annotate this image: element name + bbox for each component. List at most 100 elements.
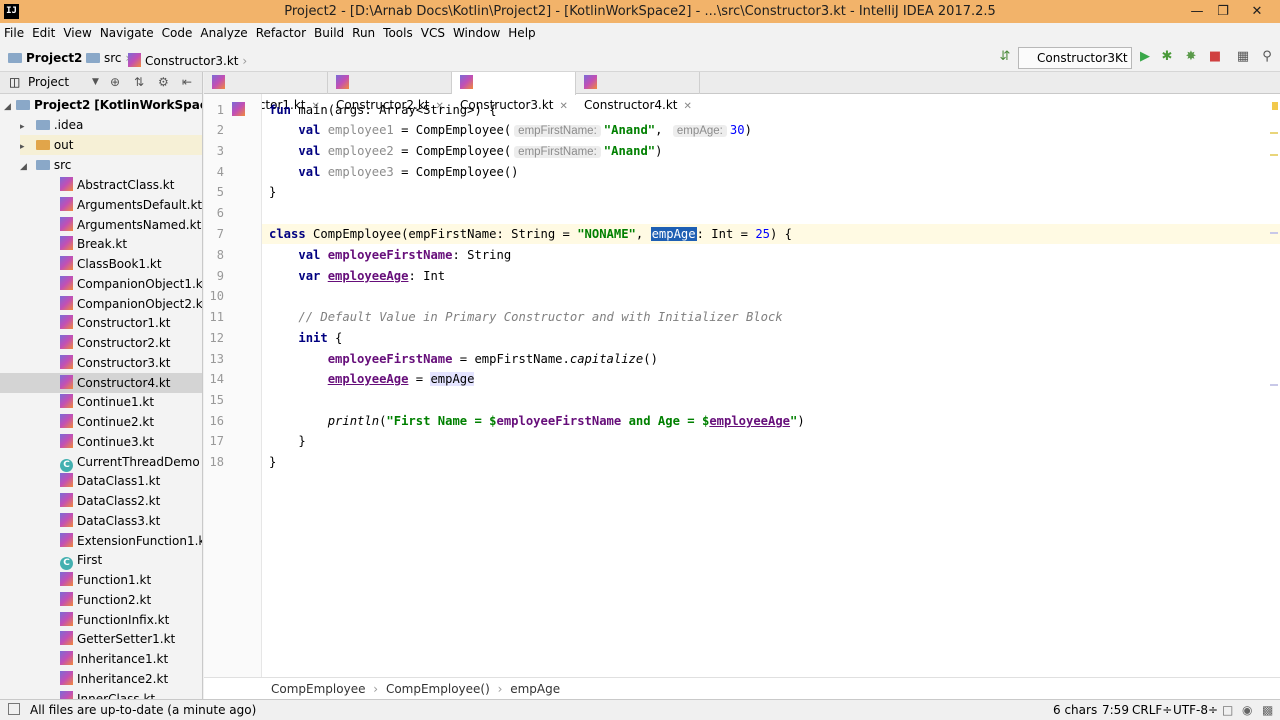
tree-root-project2[interactable]: ◢Project2 [KotlinWorkSpace2] D: [4,95,202,115]
tab-constructor2[interactable]: Constructor2.kt ✕ [328,72,452,112]
tree-file-item[interactable]: Continue2.kt [0,412,202,432]
build-icon[interactable]: ⇵ [998,50,1012,64]
lock-icon[interactable]: □ [1222,700,1233,720]
project-structure-icon[interactable]: ▦ [1236,50,1250,64]
breadcrumb-constructor[interactable]: CompEmployee() [386,682,490,696]
tree-file-item[interactable]: Constructor4.kt [0,372,202,393]
menu-vcs[interactable]: VCS [417,23,449,40]
event-log-icon[interactable]: ▩ [1262,700,1273,720]
code-line-7: class CompEmployee(empFirstName: String … [262,224,1280,244]
coverage-icon[interactable]: ✸ [1184,50,1198,64]
folder-icon [35,120,50,130]
tree-file-item[interactable]: Inheritance1.kt [0,649,202,669]
line-separator[interactable]: CRLF÷ [1132,700,1172,720]
menu-build[interactable]: Build [310,23,348,40]
breadcrumb-param[interactable]: empAge [510,682,560,696]
menu-refactor[interactable]: Refactor [252,23,310,40]
run-icon[interactable]: ▶ [1138,50,1152,64]
menu-navigate[interactable]: Navigate [96,23,158,40]
project-panel: ◫ Project ▼ ⊕ ⇅ ⚙ ⇤ ◢ Project2 [KotlinWor… [0,72,203,699]
menu-tools[interactable]: Tools [379,23,417,40]
inspector-icon[interactable]: ◉ [1242,700,1252,720]
menu-analyze[interactable]: Analyze [196,23,251,40]
tree-file-item[interactable]: InnerClass.kt [0,689,202,699]
menu-code[interactable]: Code [158,23,197,40]
tree-file-item[interactable]: FunctionInfix.kt [0,610,202,630]
tree-file-item[interactable]: Continue1.kt [0,392,202,412]
close-button[interactable]: ✕ [1240,0,1274,23]
maximize-button[interactable]: ❐ [1206,0,1240,23]
run-gutter-icon[interactable] [232,102,245,116]
run-configuration-select[interactable]: Constructor3Kt ▼ [1018,47,1132,85]
tree-folder-out[interactable]: ▸ out [20,135,202,155]
tree-file-item[interactable]: Break.kt [0,234,202,254]
code-line-1: fun main(args: Array<String>) { [269,103,497,117]
tree-file-item[interactable]: Constructor1.kt [0,313,202,333]
tree-file-item[interactable]: CompanionObject2.kt [0,294,202,314]
tree-file-label: Function1.kt [77,573,152,587]
menu-view[interactable]: View [59,23,95,40]
navigation-bar: Project2 › src › Constructor3.kt › ⇵ Con… [0,44,1280,85]
tree-file-item[interactable]: ClassBook1.kt [0,254,202,274]
close-tab-icon[interactable]: ✕ [560,101,568,112]
tree-file-item[interactable]: C First [0,550,202,571]
tab-constructor3[interactable]: Constructor3.kt ✕ [452,72,576,112]
tree-file-label: Continue3.kt [77,434,155,449]
tab-constructor1[interactable]: Constructor1.kt✕ [204,72,328,112]
close-tab-icon[interactable]: ✕ [684,101,692,112]
error-stripe-marker[interactable] [1270,154,1278,156]
debug-icon[interactable]: ✱ [1160,50,1174,64]
search-icon[interactable]: ⚲ [1260,50,1274,64]
tool-windows-icon[interactable] [8,703,20,715]
menu-edit[interactable]: Edit [28,23,59,40]
chevron-down-icon[interactable]: ▼ [92,72,99,93]
tree-file-item[interactable]: ArgumentsNamed.kt [0,215,202,235]
tree-file-item[interactable]: DataClass1.kt [0,471,202,491]
error-stripe-marker[interactable] [1270,384,1278,386]
stop-icon[interactable]: ■ [1208,50,1222,64]
breadcrumb-class[interactable]: CompEmployee [271,682,365,696]
tree-file-item[interactable]: ExtensionFunction1.kt [0,531,202,551]
menu-window[interactable]: Window [449,23,504,40]
nav-crumb-project[interactable]: Project2 › [8,51,91,65]
line-number: 12 [209,331,224,345]
tree-file-item[interactable]: Function2.kt [0,590,202,610]
menu-run[interactable]: Run [348,23,379,40]
tree-folder-idea[interactable]: ▸ .idea [20,115,83,135]
line-number: 4 [216,165,224,179]
error-stripe-marker[interactable] [1270,232,1278,234]
tree-file-item[interactable]: Continue3.kt [0,432,202,452]
tree-file-item[interactable]: Constructor2.kt [0,333,202,353]
tree-file-item[interactable]: ArgumentsDefault.kt [0,195,202,215]
tree-file-item[interactable]: GetterSetter1.kt [0,629,202,649]
tree-file-item[interactable]: AbstractClass.kt [0,175,202,195]
hide-panel-icon[interactable]: ⇤ [182,72,192,93]
kotlin-file-icon [60,572,73,586]
tree-file-label: First [77,553,103,568]
scroll-from-source-icon[interactable]: ⊕ [110,72,120,93]
file-encoding[interactable]: UTF-8÷ [1173,700,1218,720]
status-bar: All files are up-to-date (a minute ago) … [0,699,1280,720]
nav-crumb-file[interactable]: Constructor3.kt › [128,51,247,68]
line-number: 7 [216,227,224,241]
tree-file-item[interactable]: DataClass3.kt [0,511,202,531]
nav-crumb-src[interactable]: src › [86,51,130,65]
tree-folder-src[interactable]: ◢ src [20,155,71,175]
warning-marker[interactable] [1272,102,1278,110]
editor-area: Constructor1.kt✕ Constructor2.kt✕ Constr… [204,72,1280,699]
menu-help[interactable]: Help [504,23,539,40]
tab-constructor4[interactable]: Constructor4.kt ✕ [576,72,700,112]
caret-position[interactable]: 7:59 [1102,700,1129,720]
tree-file-item[interactable]: C CurrentThreadDemo [0,452,202,472]
menu-file[interactable]: File [0,23,28,40]
code-line-16: println("First Name = $employeeFirstName… [327,414,805,428]
line-number: 17 [209,434,224,448]
tree-file-item[interactable]: DataClass2.kt [0,491,202,511]
gear-icon[interactable]: ⚙ [158,72,169,93]
collapse-all-icon[interactable]: ⇅ [134,72,144,93]
tree-file-item[interactable]: Inheritance2.kt [0,669,202,689]
tree-file-item[interactable]: Constructor3.kt [0,353,202,373]
tree-file-item[interactable]: CompanionObject1.kt [0,274,202,294]
tree-file-item[interactable]: Function1.kt [0,570,202,590]
error-stripe-marker[interactable] [1270,132,1278,134]
